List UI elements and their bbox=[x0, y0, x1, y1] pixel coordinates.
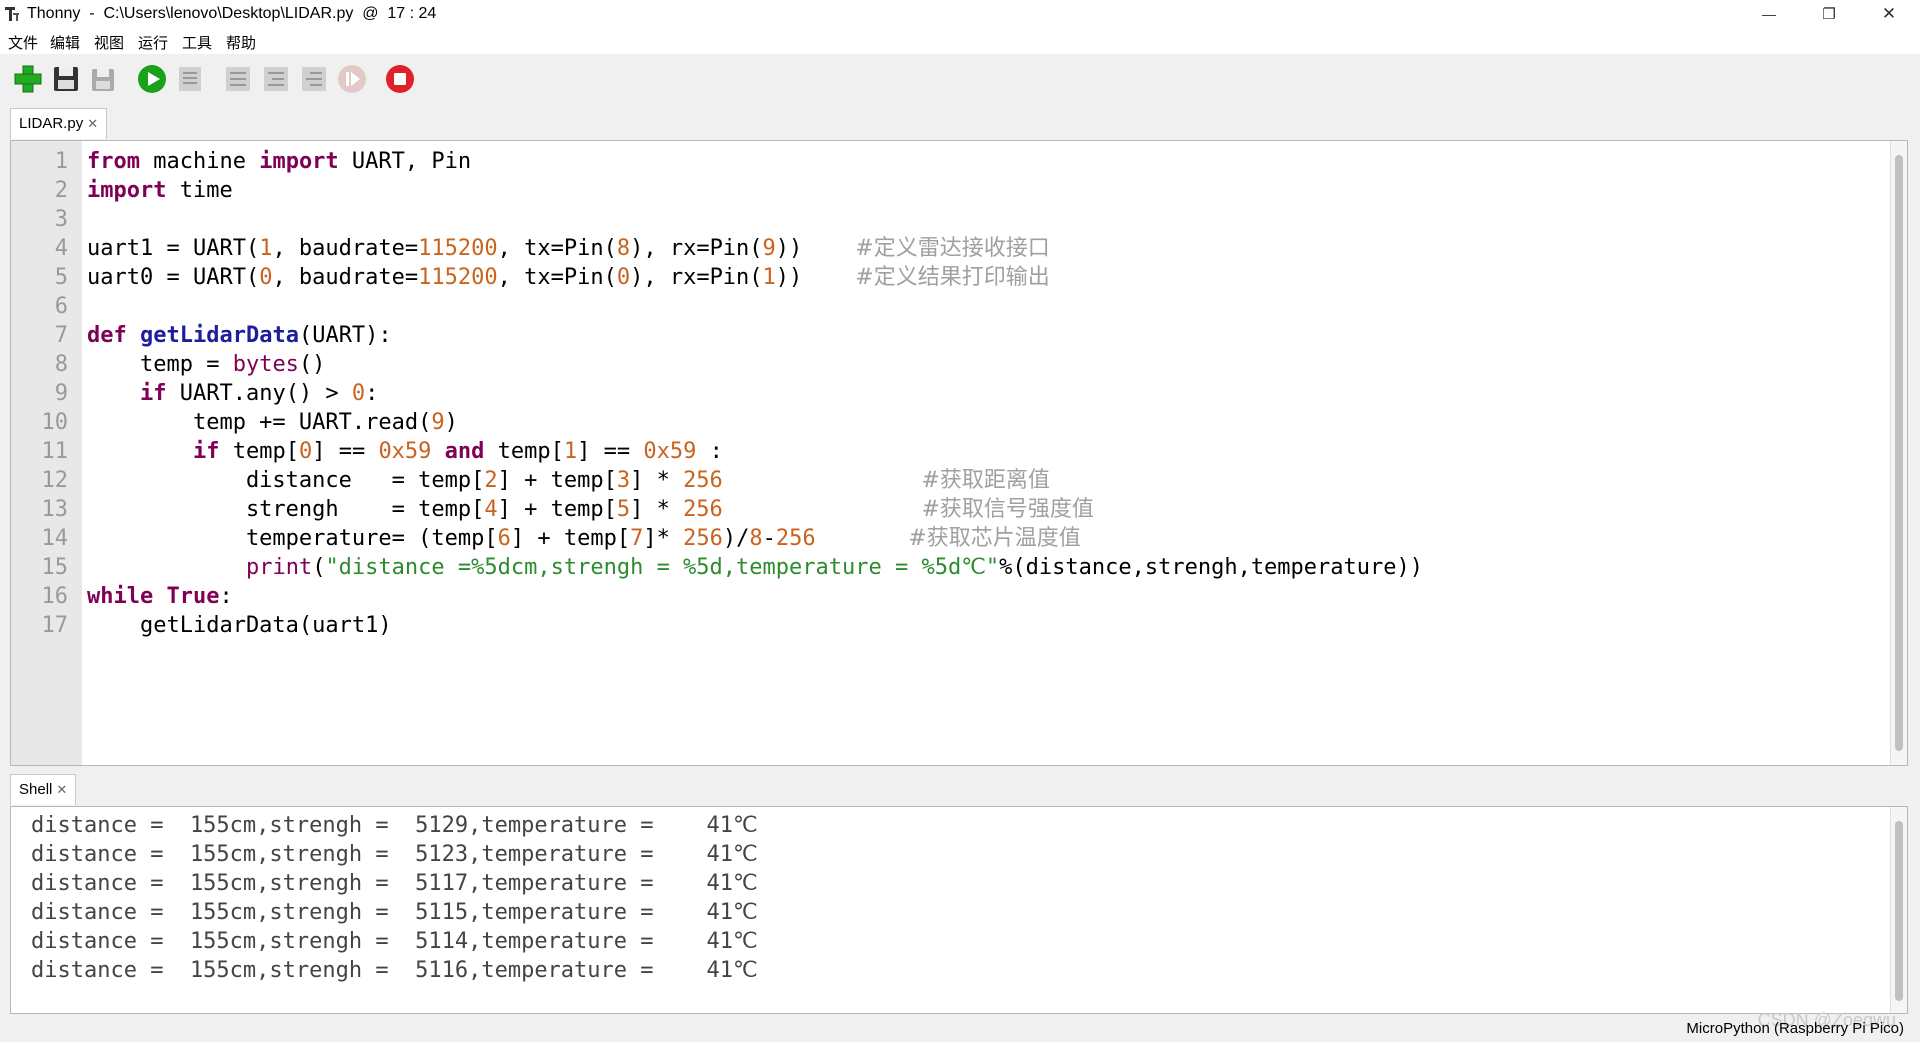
line-number: 5 bbox=[54, 265, 68, 290]
shell-tab-strip: Shell ✕ bbox=[0, 768, 1920, 806]
code-line: uart1 = UART(1, baudrate=115200, tx=Pin(… bbox=[87, 236, 1050, 261]
line-number: 14 bbox=[41, 526, 69, 551]
line-number: 3 bbox=[54, 207, 68, 232]
tab-label: Shell bbox=[19, 781, 53, 798]
toolbar bbox=[0, 54, 1920, 102]
step-out-icon[interactable] bbox=[298, 63, 330, 95]
line-number: 11 bbox=[41, 439, 69, 464]
restore-button[interactable]: ❐ bbox=[1800, 0, 1858, 28]
step-into-icon[interactable] bbox=[260, 63, 292, 95]
code-line: temp = bytes() bbox=[87, 352, 326, 377]
close-window-button[interactable]: ✕ bbox=[1860, 0, 1918, 28]
close-tab-icon[interactable]: ✕ bbox=[56, 782, 67, 797]
resume-icon[interactable] bbox=[336, 63, 368, 95]
menu-file[interactable]: 文件 bbox=[8, 32, 38, 53]
save-as-icon[interactable] bbox=[88, 63, 120, 95]
code-line: while True: bbox=[87, 584, 233, 609]
shell-output-line: distance = 155cm,strengh = 5114,temperat… bbox=[31, 929, 758, 954]
line-number: 7 bbox=[54, 323, 68, 348]
editor-scrollbar[interactable] bbox=[1890, 141, 1907, 765]
save-icon[interactable] bbox=[50, 63, 82, 95]
interpreter-selector[interactable]: MicroPython (Raspberry Pi Pico) bbox=[1686, 1020, 1904, 1037]
run-icon[interactable] bbox=[136, 63, 168, 95]
line-number: 13 bbox=[41, 497, 69, 522]
code-line: import time bbox=[87, 178, 233, 203]
line-number: 1 bbox=[54, 149, 68, 174]
shell-console[interactable]: distance = 155cm,strengh = 5129,temperat… bbox=[10, 806, 1908, 1014]
code-line: uart0 = UART(0, baudrate=115200, tx=Pin(… bbox=[87, 265, 1050, 290]
menu-help[interactable]: 帮助 bbox=[226, 32, 256, 53]
close-icon: ✕ bbox=[1881, 4, 1897, 23]
line-number: 17 bbox=[41, 613, 69, 638]
line-number: 9 bbox=[54, 381, 68, 406]
menu-tools[interactable]: 工具 bbox=[182, 32, 212, 53]
window-title: Thonny - C:\Users\lenovo\Desktop\LIDAR.p… bbox=[27, 5, 437, 22]
restore-icon: ❐ bbox=[1822, 6, 1836, 23]
code-line: print("distance =%5dcm,strengh = %5d,tem… bbox=[245, 555, 1423, 580]
shell-output-line: distance = 155cm,strengh = 5117,temperat… bbox=[31, 871, 758, 896]
line-number: 10 bbox=[41, 410, 69, 435]
line-number: 2 bbox=[54, 178, 68, 203]
new-file-icon[interactable] bbox=[12, 63, 44, 95]
shell-output-line: distance = 155cm,strengh = 5116,temperat… bbox=[31, 958, 758, 983]
shell-output-line: distance = 155cm,strengh = 5123,temperat… bbox=[31, 842, 758, 867]
minimize-button[interactable]: — bbox=[1740, 0, 1798, 28]
minimize-icon: — bbox=[1762, 6, 1776, 22]
shell-output-line: distance = 155cm,strengh = 5115,temperat… bbox=[31, 900, 758, 925]
editor-tab-strip: LIDAR.py ✕ bbox=[0, 102, 1920, 140]
debug-icon[interactable] bbox=[174, 63, 206, 95]
menu-bar: 文件 编辑 视图 运行 工具 帮助 bbox=[0, 28, 1920, 54]
shell-scroll-thumb[interactable] bbox=[1895, 821, 1903, 1001]
stop-icon[interactable] bbox=[384, 63, 416, 95]
tab-label: LIDAR.py bbox=[19, 115, 84, 132]
code-line: getLidarData(uart1) bbox=[87, 613, 392, 638]
code-line: distance = temp[2] + temp[3] * 256 #获取距离… bbox=[87, 468, 1050, 493]
line-number: 15 bbox=[41, 555, 69, 580]
status-bar: CSDN @Zoeqwu MicroPython (Raspberry Pi P… bbox=[0, 1010, 1920, 1042]
code-line: temperature= (temp[6] + temp[7]* 256)/8-… bbox=[87, 526, 1081, 551]
code-line: from machine import UART, Pin bbox=[87, 149, 472, 174]
line-number: 6 bbox=[54, 294, 68, 319]
close-tab-icon[interactable]: ✕ bbox=[87, 116, 98, 131]
line-number: 4 bbox=[54, 236, 68, 261]
code-line: if UART.any() > 0: bbox=[139, 381, 379, 406]
code-line: def getLidarData(UART): bbox=[87, 323, 392, 348]
shell-output-line: distance = 155cm,strengh = 5129,temperat… bbox=[31, 813, 758, 838]
code-editor[interactable]: 1 2 3 4 5 6 7 8 9 10 11 12 13 14 15 16 1… bbox=[10, 140, 1908, 766]
shell-scrollbar[interactable] bbox=[1890, 807, 1907, 1013]
menu-edit[interactable]: 编辑 bbox=[50, 32, 80, 53]
step-over-icon[interactable] bbox=[222, 63, 254, 95]
editor-scroll-thumb[interactable] bbox=[1895, 155, 1903, 751]
title-bar: Thonny - C:\Users\lenovo\Desktop\LIDAR.p… bbox=[0, 0, 1920, 28]
line-number: 16 bbox=[41, 584, 69, 609]
menu-run[interactable]: 运行 bbox=[138, 32, 168, 53]
line-number: 12 bbox=[41, 468, 69, 493]
tab-lidar-py[interactable]: LIDAR.py ✕ bbox=[10, 108, 108, 139]
code-line: strengh = temp[4] + temp[5] * 256 #获取信号强… bbox=[87, 497, 1094, 522]
line-number-gutter: 1 2 3 4 5 6 7 8 9 10 11 12 13 14 15 16 1… bbox=[11, 141, 82, 765]
thonny-logo-icon bbox=[5, 7, 19, 21]
menu-view[interactable]: 视图 bbox=[94, 32, 124, 53]
line-number: 8 bbox=[54, 352, 68, 377]
tab-shell[interactable]: Shell ✕ bbox=[10, 774, 77, 805]
code-line: if temp[0] == 0x59 and temp[1] == 0x59 : bbox=[192, 439, 723, 464]
code-line: temp += UART.read(9) bbox=[87, 410, 458, 435]
